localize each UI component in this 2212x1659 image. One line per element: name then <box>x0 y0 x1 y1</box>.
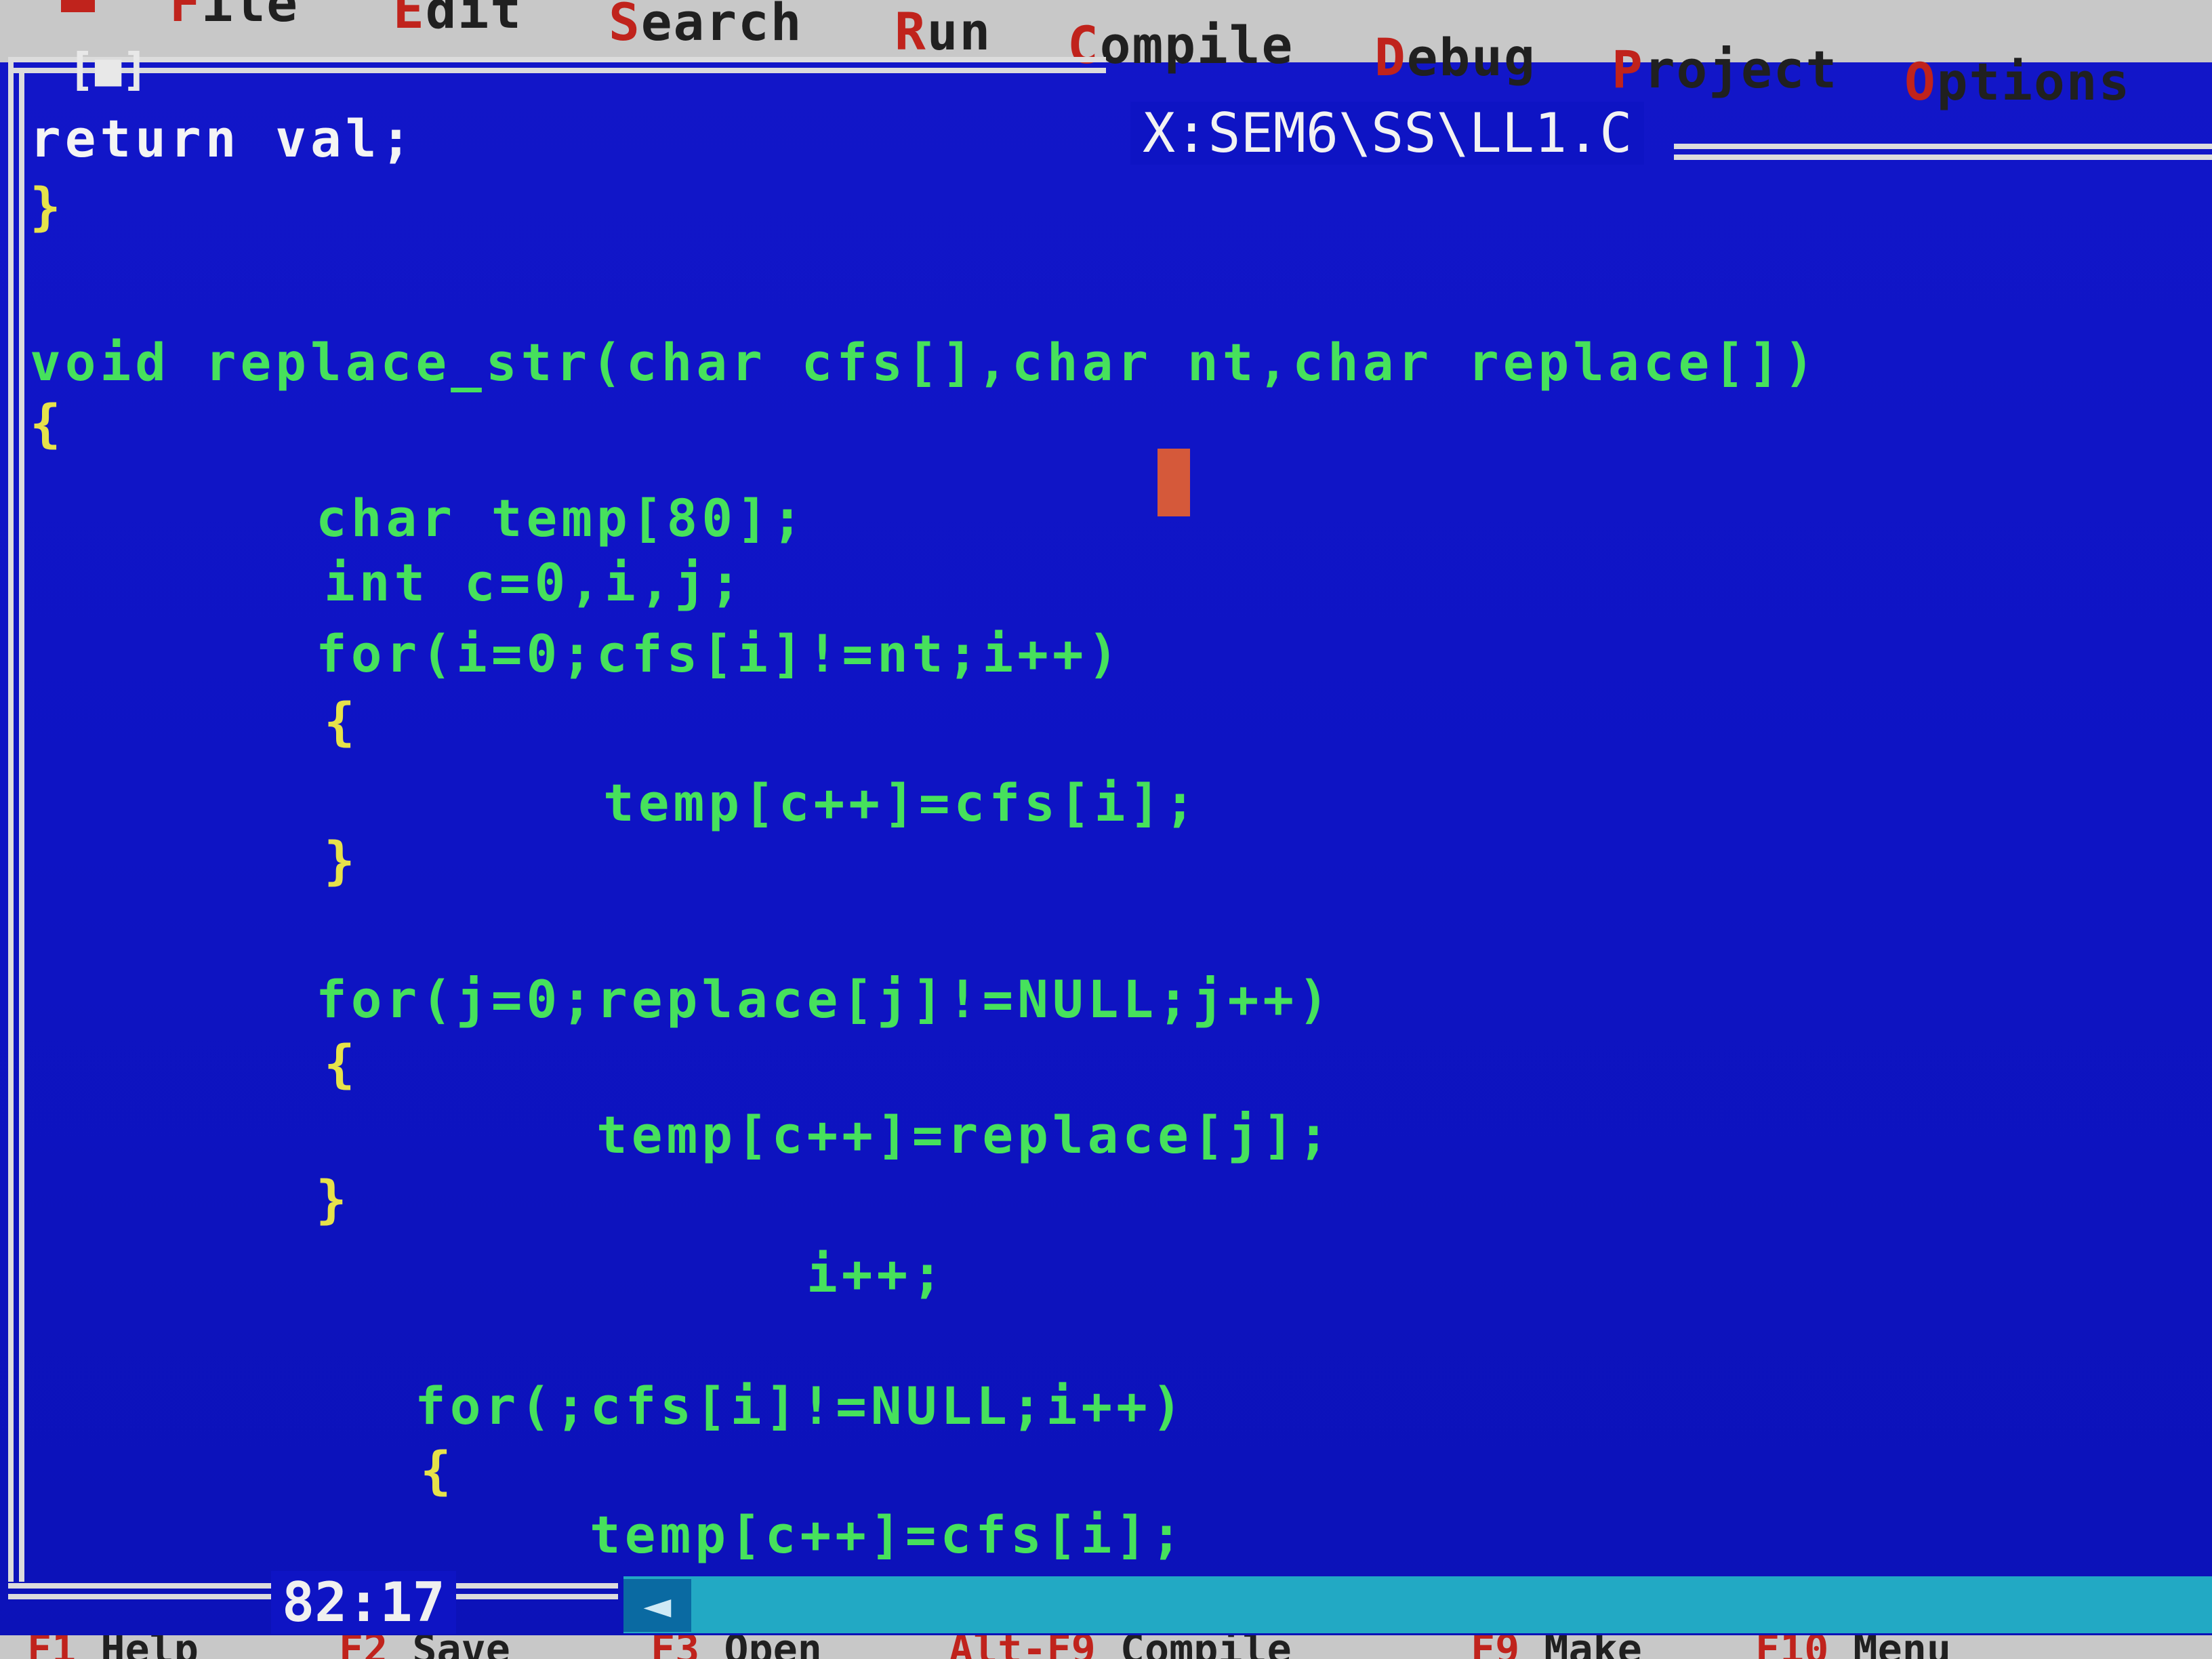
fkey-menu[interactable]: F10 Menu <box>1755 1635 1951 1659</box>
window-filename: X:SEM6\SS\LL1.C <box>1130 102 1645 165</box>
menu-edit[interactable]: Edit <box>393 0 523 40</box>
cursor-position: 82:17 <box>271 1571 456 1634</box>
menu-file[interactable]: File <box>169 0 299 33</box>
code-line[interactable]: } <box>324 830 359 890</box>
code-line[interactable]: for(i=0;cfs[i]!=nt;i++) <box>316 623 1122 684</box>
frame-top-border <box>1674 144 2212 149</box>
system-menu-icon[interactable] <box>61 0 95 12</box>
frame-left-border <box>19 68 24 1582</box>
menu-run[interactable]: Run <box>895 1 991 62</box>
fkey-help[interactable]: F1 Help <box>27 1635 199 1659</box>
text-cursor <box>1158 449 1190 516</box>
menu-project[interactable]: Project <box>1612 39 1838 100</box>
code-line[interactable]: for(j=0;replace[j]!=NULL;j++) <box>316 969 1333 1029</box>
frame-top-border <box>1674 155 2212 160</box>
scroll-left-arrow-icon[interactable]: ◄ <box>623 1579 691 1632</box>
code-line[interactable]: } <box>316 1169 351 1229</box>
menu-search[interactable]: Search <box>609 0 803 52</box>
frame-left-border <box>8 57 14 1582</box>
menu-options[interactable]: Options <box>1904 52 2131 112</box>
function-key-bar: F1 Help F2 Save F3 Open Alt-F9 Compile F… <box>0 1635 2212 1659</box>
code-line[interactable]: { <box>30 393 65 453</box>
fkey-save[interactable]: F2 Save <box>339 1635 510 1659</box>
code-line[interactable]: } <box>30 176 65 237</box>
code-line[interactable]: for(;cfs[i]!=NULL;i++) <box>415 1376 1187 1436</box>
horizontal-scrollbar[interactable] <box>623 1576 2212 1633</box>
code-line[interactable]: int c=0,i,j; <box>324 552 745 613</box>
frame-top-border <box>8 68 1106 73</box>
fkey-compile[interactable]: Alt-F9 Compile <box>949 1635 1292 1659</box>
code-line[interactable]: void replace_str(char cfs[],char nt,char… <box>30 332 1819 392</box>
menu-debug[interactable]: Debug <box>1374 27 1536 87</box>
code-line[interactable]: return val; <box>30 108 415 169</box>
code-line[interactable]: { <box>324 1033 359 1094</box>
frame-top-border <box>8 57 1106 62</box>
fkey-open[interactable]: F3 Open <box>651 1635 822 1659</box>
code-line[interactable]: i++; <box>806 1244 947 1304</box>
code-line[interactable]: char temp[80]; <box>316 488 807 548</box>
code-line[interactable]: temp[c++]=cfs[i]; <box>603 773 1200 833</box>
menu-bar: File Edit Search Run Compile Debug Proje… <box>0 0 2212 112</box>
fkey-make[interactable]: F9 Make <box>1471 1635 1642 1659</box>
menu-compile[interactable]: Compile <box>1067 15 1294 75</box>
code-line[interactable]: temp[c++]=cfs[i]; <box>590 1504 1186 1565</box>
code-line[interactable]: temp[c++]=replace[j]; <box>596 1105 1333 1165</box>
code-line[interactable]: { <box>420 1440 455 1500</box>
code-line[interactable]: { <box>324 691 359 752</box>
window-close-button[interactable]: [■] <box>68 43 148 96</box>
turbo-c-ide: File Edit Search Run Compile Debug Proje… <box>0 0 2212 1659</box>
